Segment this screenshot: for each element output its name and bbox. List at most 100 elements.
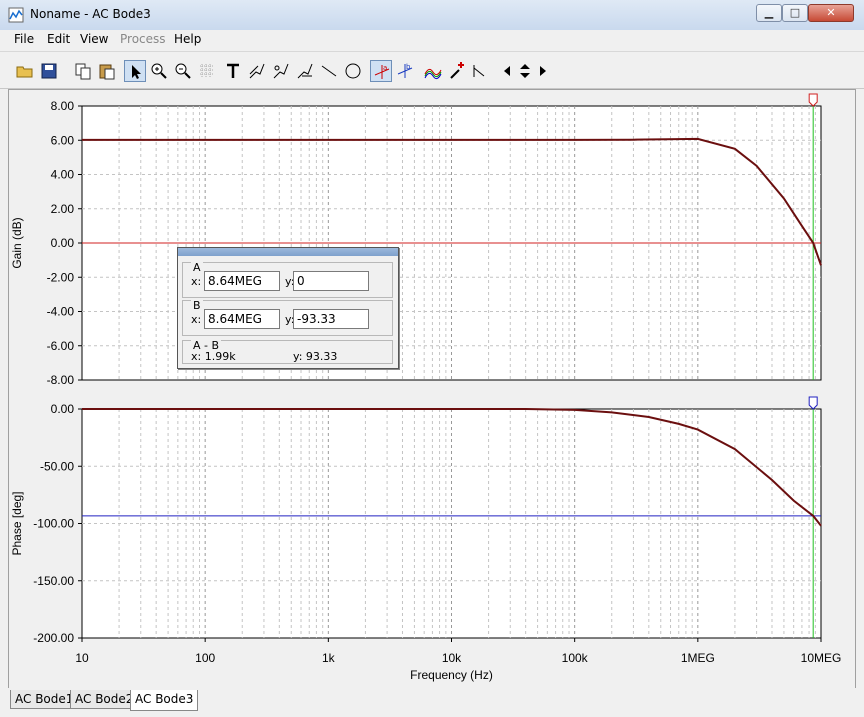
x-tick-label: 1k [322, 651, 336, 665]
nav-right-button[interactable] [536, 60, 550, 82]
menu-edit[interactable]: Edit [47, 32, 70, 46]
y-tick-label: 4.00 [51, 168, 75, 182]
cursor-b-icon: b [397, 63, 413, 78]
svg-text:b: b [406, 63, 411, 71]
gain-chart: 8.00 6.00 4.00 2.00 0.00 -2.00 -4.00 -6.00 -8.00… [10, 93, 822, 387]
circle-button[interactable] [342, 60, 364, 82]
line-button[interactable] [318, 60, 340, 82]
probe2-button[interactable] [270, 60, 292, 82]
zoom-in-button[interactable] [148, 60, 170, 82]
grid-icon [200, 64, 214, 78]
probe3-button[interactable] [294, 60, 316, 82]
pick-button[interactable] [446, 60, 468, 82]
close-button[interactable]: ✕ [808, 4, 854, 22]
maximize-button[interactable]: □ [782, 4, 808, 22]
app-icon [8, 7, 24, 23]
x-axis-label: Frequency (Hz) [410, 668, 493, 682]
line-icon [321, 65, 337, 77]
cursor-diff-x: x: 1.99k [191, 350, 236, 363]
panel-header[interactable] [178, 248, 398, 256]
open-icon [16, 66, 33, 78]
marker-button[interactable] [470, 60, 492, 82]
x-tick-label: 10k [442, 651, 462, 665]
plot-area[interactable]: 8.00 6.00 4.00 2.00 0.00 -2.00 -4.00 -6.00 -8.00… [8, 89, 856, 689]
pointer-icon [132, 65, 141, 79]
marker-icon [473, 65, 485, 77]
cursor-b-y-field[interactable]: -93.33 [293, 309, 369, 329]
cursor-a-title: A [191, 261, 203, 274]
y-tick-label: -4.00 [47, 305, 75, 319]
tab-ac-bode2[interactable]: AC Bode2 [70, 690, 139, 709]
x-tick-label: 100k [562, 651, 589, 665]
toolbar: a b [0, 51, 864, 89]
y-tick-label: -100.00 [33, 517, 74, 531]
x-tick-label: 10 [75, 651, 89, 665]
y-tick-label: -2.00 [47, 270, 75, 284]
cursor-diff-group: A - B x: 1.99k y: 93.33 [182, 339, 393, 364]
text-button[interactable] [222, 60, 244, 82]
y-tick-label: -50.00 [40, 459, 74, 473]
y-tick-label: 0.00 [51, 402, 75, 416]
nav-updown-button[interactable] [515, 60, 535, 82]
copy-icon [75, 63, 91, 80]
paste-icon [99, 64, 115, 80]
x-tick-label: 1MEG [681, 651, 715, 665]
cursor-b-group: B x: 8.64MEG y: -93.33 [182, 299, 393, 336]
phase-chart: 0.00 -50.00 -100.00 -150.00 -200.00 Phase [de… [10, 396, 841, 682]
save-button[interactable] [38, 60, 60, 82]
menu-file[interactable]: File [14, 32, 34, 46]
cursor-b-marker [808, 396, 818, 410]
svg-text:a: a [383, 64, 387, 72]
y-tick-label: 8.00 [51, 99, 75, 113]
cursor-b-x-label: x: [191, 313, 202, 326]
y-tick-label: -200.00 [33, 631, 74, 645]
cursor-a-button[interactable]: a [370, 60, 392, 82]
y-axis-label: Gain (dB) [10, 217, 24, 268]
circle-icon [345, 63, 361, 79]
zoom-out-button[interactable] [172, 60, 194, 82]
zoom-in-icon [151, 63, 167, 79]
cursor-a-icon: a [374, 64, 390, 79]
y-tick-label: -150.00 [33, 574, 74, 588]
cursor-a-x-label: x: [191, 275, 202, 288]
open-button[interactable] [14, 60, 36, 82]
menu-view[interactable]: View [80, 32, 108, 46]
probe-icon [297, 63, 313, 79]
zoom-out-icon [175, 63, 191, 79]
y-axis-label: Phase [deg] [10, 491, 24, 555]
cursor-b-title: B [191, 299, 203, 312]
menu-bar: File Edit View Process Help [0, 30, 864, 50]
nav-left-icon [504, 66, 510, 76]
nav-right-icon [540, 66, 546, 76]
x-tick-label: 100 [195, 651, 215, 665]
cursor-b-button[interactable]: b [394, 60, 416, 82]
cursor-a-y-field[interactable]: 0 [293, 271, 369, 291]
paste-button[interactable] [96, 60, 118, 82]
menu-help[interactable]: Help [174, 32, 201, 46]
waveforms-icon [424, 68, 442, 80]
pick-icon [450, 62, 464, 79]
cursor-a-marker [808, 93, 818, 107]
tab-ac-bode3[interactable]: AC Bode3 [130, 690, 199, 711]
nav-updown-icon [520, 64, 530, 78]
y-tick-label: 6.00 [51, 133, 75, 147]
probe-icon [249, 63, 265, 79]
y-tick-label: -8.00 [47, 373, 75, 387]
cursor-a-x-field[interactable]: 8.64MEG [204, 271, 280, 291]
bode-plots[interactable]: 8.00 6.00 4.00 2.00 0.00 -2.00 -4.00 -6.00 -8.00… [9, 90, 855, 688]
y-tick-label: 2.00 [51, 202, 75, 216]
cursor-diff-y: y: 93.33 [293, 350, 338, 363]
grid-button[interactable] [196, 60, 218, 82]
text-icon [227, 63, 239, 78]
nav-left-button[interactable] [500, 60, 514, 82]
probe1-button[interactable] [246, 60, 268, 82]
tab-ac-bode1[interactable]: AC Bode1 [10, 690, 79, 709]
probe-icon [273, 63, 289, 79]
cursor-b-x-field[interactable]: 8.64MEG [204, 309, 280, 329]
menu-process[interactable]: Process [120, 32, 166, 46]
waveforms-button[interactable] [422, 60, 444, 82]
pointer-button[interactable] [124, 60, 146, 82]
copy-button[interactable] [72, 60, 94, 82]
cursor-readout-panel[interactable]: A x: 8.64MEG y: 0 B x: 8.64MEG y: -93.33… [177, 247, 399, 369]
minimize-button[interactable]: ▁ [756, 4, 782, 22]
